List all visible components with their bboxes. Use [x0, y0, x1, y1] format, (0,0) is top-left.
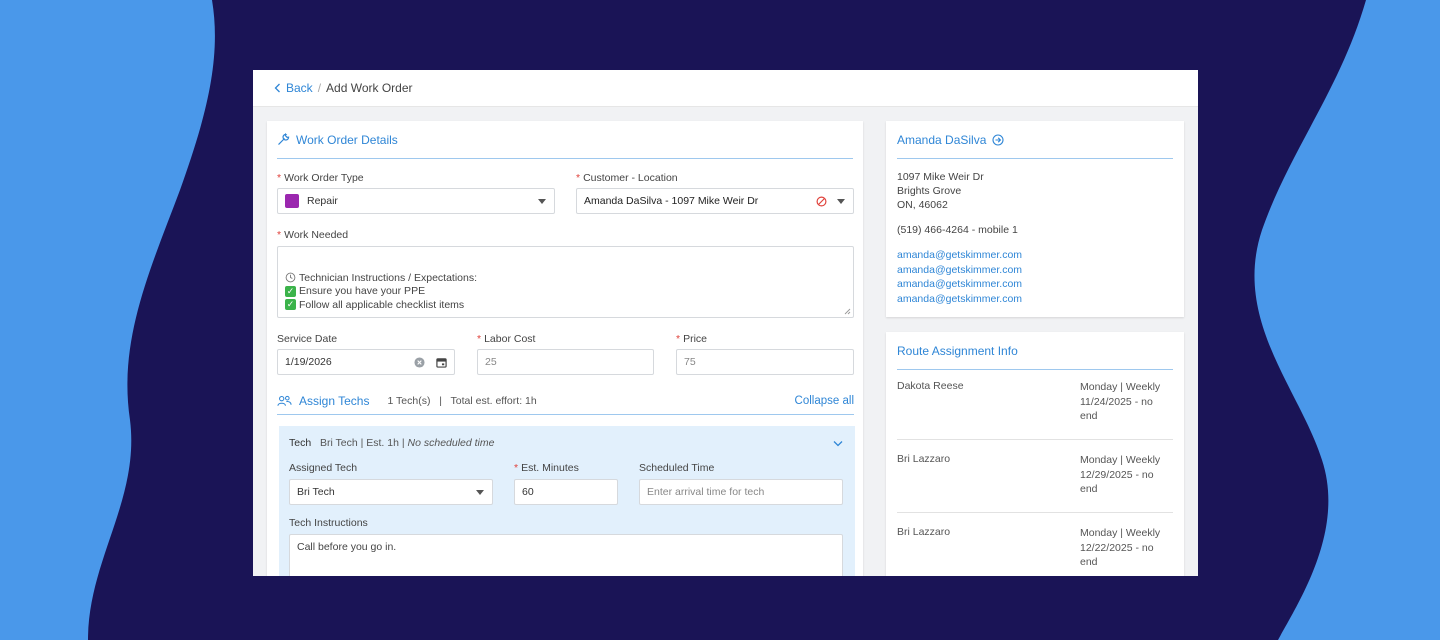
price-label: * Price	[676, 333, 708, 345]
tech-instructions-label: Tech Instructions	[289, 517, 368, 529]
work-order-type-select[interactable]: Repair	[277, 188, 555, 214]
est-minutes-input[interactable]: 60	[514, 479, 618, 505]
page-title: Add Work Order	[326, 81, 413, 95]
breadcrumb: Back / Add Work Order	[253, 70, 1198, 107]
resize-handle-icon[interactable]	[844, 308, 851, 315]
service-date-input[interactable]: 1/19/2026	[277, 349, 455, 375]
back-link[interactable]: Back	[274, 81, 313, 95]
scheduled-time-label: Scheduled Time	[639, 462, 715, 474]
wrench-icon	[278, 133, 290, 145]
customer-emails: amanda@getskimmer.com amanda@getskimmer.…	[897, 248, 1173, 306]
customer-address: 1097 Mike Weir Dr Brights Grove ON, 4606…	[897, 171, 984, 211]
email-link[interactable]: amanda@getskimmer.com	[897, 248, 1173, 263]
est-minutes-label: * Est. Minutes	[514, 462, 579, 474]
clock-icon	[285, 272, 296, 283]
email-link[interactable]: amanda@getskimmer.com	[897, 292, 1173, 307]
chevron-down-icon	[538, 199, 546, 204]
customer-location-label: * Customer - Location	[576, 172, 678, 184]
work-order-type-label: * Work Order Type	[277, 172, 364, 184]
customer-card: Amanda DaSilva 1097 Mike Weir Dr Brights…	[886, 121, 1184, 317]
tech-panel-header[interactable]: Tech Bri Tech | Est. 1h | No scheduled t…	[289, 437, 494, 449]
back-label: Back	[286, 81, 313, 95]
tech-instructions-textarea[interactable]: Call before you go in.	[289, 534, 843, 576]
work-order-title: Work Order Details	[296, 132, 398, 147]
tech-panel: Tech Bri Tech | Est. 1h | No scheduled t…	[279, 426, 855, 576]
customer-header: Amanda DaSilva	[897, 121, 1173, 159]
chevron-down-icon	[476, 490, 484, 495]
route-row: Dakota Reese Monday | Weekly 11/24/2025 -…	[897, 370, 1173, 440]
customer-phone: (519) 466-4264 - mobile 1	[897, 224, 1018, 236]
work-needed-textarea[interactable]: Technician Instructions / Expectations: …	[277, 246, 854, 318]
work-order-card: Work Order Details * Work Order Type Repa…	[267, 121, 863, 576]
clear-date-icon[interactable]	[414, 357, 425, 368]
checkmark-icon: ✓	[285, 285, 296, 297]
calendar-icon[interactable]	[436, 357, 447, 368]
chevron-down-icon[interactable]	[833, 440, 843, 447]
chevron-down-icon	[837, 199, 845, 204]
assign-techs-title: Assign Techs	[299, 393, 370, 408]
labor-cost-input[interactable]: 25	[477, 349, 654, 375]
route-row: Bri Lazzaro Monday | Weekly 12/29/2025 - …	[897, 443, 1173, 513]
checkmark-icon: ✓	[285, 299, 296, 311]
clear-location-icon[interactable]	[816, 196, 827, 207]
labor-cost-label: * Labor Cost	[477, 333, 536, 345]
customer-location-value: Amanda DaSilva - 1097 Mike Weir Dr	[584, 195, 759, 207]
route-assignment-title: Route Assignment Info	[897, 332, 1173, 370]
assign-techs-summary: 1 Tech(s) | Total est. effort: 1h	[387, 394, 537, 407]
collapse-all-link[interactable]: Collapse all	[795, 395, 854, 407]
route-assignment-card: Route Assignment Info Dakota Reese Monda…	[886, 332, 1184, 576]
users-icon	[277, 395, 292, 406]
customer-name-link[interactable]: Amanda DaSilva	[897, 133, 986, 147]
work-needed-line-2: ✓ Ensure you have your PPE	[285, 285, 426, 298]
arrow-circle-right-icon[interactable]	[992, 133, 1004, 146]
email-link[interactable]: amanda@getskimmer.com	[897, 277, 1173, 292]
breadcrumb-separator: /	[317, 81, 322, 95]
service-date-value: 1/19/2026	[285, 356, 332, 368]
work-needed-line-3: ✓ Follow all applicable checklist items	[285, 298, 465, 311]
work-order-type-value: Repair	[307, 195, 338, 207]
app-window: Back / Add Work Order Work Order Details…	[253, 70, 1198, 576]
email-link[interactable]: amanda@getskimmer.com	[897, 263, 1173, 278]
price-input[interactable]: 75	[676, 349, 854, 375]
work-order-header: Work Order Details	[277, 121, 853, 159]
route-row: Bri Lazzaro Monday | Weekly 12/22/2025 - …	[897, 526, 1161, 568]
chevron-left-icon	[274, 83, 280, 93]
type-color-swatch	[285, 194, 299, 208]
work-needed-label: * Work Needed	[277, 229, 349, 241]
work-needed-line-1: Technician Instructions / Expectations:	[285, 271, 846, 285]
assign-techs-header: Assign Techs 1 Tech(s) | Total est. effo…	[277, 387, 854, 415]
assigned-tech-select[interactable]: Bri Tech	[289, 479, 493, 505]
service-date-label: Service Date	[277, 333, 338, 345]
customer-location-select[interactable]: Amanda DaSilva - 1097 Mike Weir Dr	[576, 188, 854, 214]
assigned-tech-label: Assigned Tech	[289, 462, 358, 474]
scheduled-time-input[interactable]: Enter arrival time for tech	[639, 479, 843, 505]
